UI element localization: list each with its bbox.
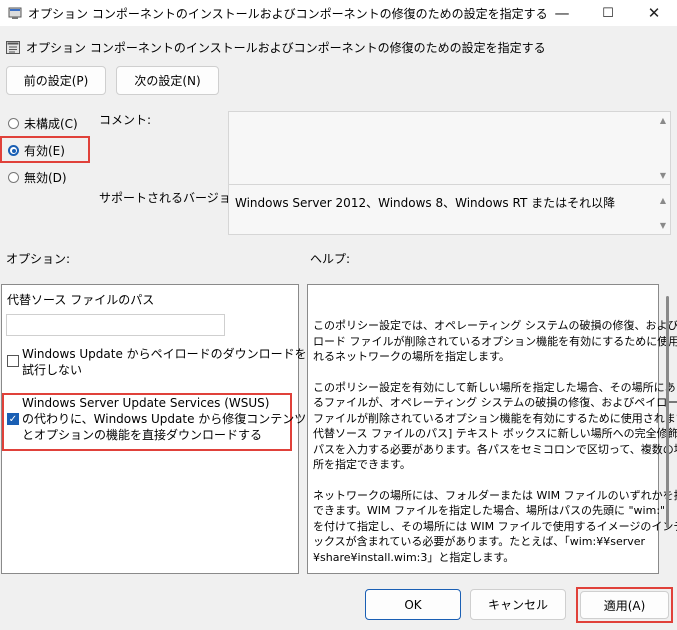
radio-enabled[interactable]: 有効(E) [8, 142, 65, 159]
alt-source-path-input[interactable] [6, 314, 225, 336]
minimize-button[interactable]: — [539, 0, 585, 26]
help-paragraph: このポリシー設定を有効にして新しい場所を指定した場合、その場所にあ るファイルが… [313, 380, 677, 473]
setting-title: オプション コンポーネントのインストールおよびコンポーネントの修復のための設定を… [26, 41, 546, 55]
minimize-icon: — [554, 4, 570, 22]
radio-disabled-indicator [8, 172, 19, 183]
no-payload-download-label-line: Windows Update からペイロードのダウンロードを [22, 347, 307, 361]
close-button[interactable]: ✕ [631, 0, 677, 26]
scroll-up-icon[interactable]: ▲ [660, 116, 666, 125]
radio-disabled[interactable]: 無効(D) [8, 169, 67, 186]
help-line: ックスが含まれている必要があります。たとえば、「wim:¥¥server [313, 535, 646, 548]
scroll-down-icon[interactable]: ▼ [660, 221, 666, 230]
close-icon: ✕ [647, 4, 661, 22]
scroll-up-icon[interactable]: ▲ [660, 196, 666, 205]
help-scrollbar[interactable] [666, 296, 669, 528]
alt-source-label: 代替ソース ファイルのパス [7, 293, 155, 307]
help-line: できます。WIM ファイルを指定した場合、場所はパスの先頭に "wim:" [313, 504, 666, 517]
checkmark-icon: ✓ [8, 413, 18, 425]
help-line: るファイルが、オペレーティング システムの破損の修復、およびペイロード [313, 396, 677, 409]
help-line: このポリシー設定を有効にして新しい場所を指定した場合、その場所にあ [313, 380, 676, 394]
radio-enabled-label: 有効(E) [24, 144, 65, 158]
help-line: パスを入力する必要があります。各パスをセミコロンで区切って、複数の場 [313, 442, 677, 456]
ok-button[interactable]: OK [365, 589, 461, 620]
help-line: 代替ソース ファイルのパス] テキスト ボックスに新しい場所への完全修飾 [313, 427, 677, 440]
direct-download-label: Windows Server Update Services (WSUS) の代… [22, 395, 306, 443]
comment-label: コメント: [99, 113, 152, 127]
help-paragraph: このポリシー設定では、オペレーティング システムの破損の修復、およびペイ ロード… [313, 318, 677, 365]
supported-versions-box: Windows Server 2012、Windows 8、Windows RT… [228, 184, 671, 235]
supported-value: Windows Server 2012、Windows 8、Windows RT… [235, 196, 616, 210]
help-line: ネットワークの場所には、フォルダーまたは WIM ファイルのいずれかを指定 [313, 488, 677, 502]
comment-textbox[interactable]: ▲ ▼ [228, 111, 671, 185]
supported-label: サポートされるバージョン: [99, 191, 247, 205]
direct-download-checkbox[interactable]: ✓ [7, 413, 19, 425]
cancel-button[interactable]: キャンセル [470, 589, 566, 620]
no-payload-download-checkbox-box [7, 355, 19, 367]
help-line: ¥share¥install.wim:3」と指定します。 [313, 550, 515, 564]
help-line: を付けて指定し、その場所には WIM ファイルで使用するイメージのインデ [313, 519, 677, 533]
help-line: 所を指定できます。 [313, 458, 411, 471]
maximize-icon: ☐ [602, 5, 614, 21]
direct-download-checkbox-box: ✓ [7, 413, 19, 425]
scroll-down-icon[interactable]: ▼ [660, 171, 666, 180]
radio-not-configured-label: 未構成(C) [24, 117, 78, 131]
direct-download-label-line: Windows Server Update Services (WSUS) [22, 396, 270, 410]
policy-app-icon [8, 7, 22, 19]
apply-button[interactable]: 適用(A) [580, 591, 669, 619]
help-paragraph: ネットワークの場所には、フォルダーまたは WIM ファイルのいずれかを指定 でき… [313, 488, 677, 566]
help-section-label: ヘルプ: [310, 252, 351, 266]
previous-setting-button[interactable]: 前の設定(P) [6, 66, 106, 95]
help-line: ロード ファイルが削除されているオプション機能を有効にするために使用さ [313, 334, 677, 348]
help-line: このポリシー設定では、オペレーティング システムの破損の修復、およびペイ [313, 319, 677, 332]
no-payload-download-checkbox[interactable] [7, 355, 19, 367]
help-line: ファイルが削除されているオプション機能を有効にするために使用されます。[ [313, 411, 677, 425]
radio-enabled-indicator [8, 145, 19, 156]
radio-not-configured[interactable]: 未構成(C) [8, 115, 78, 132]
help-text: このポリシー設定では、オペレーティング システムの破損の修復、およびペイ ロード… [313, 318, 677, 580]
next-setting-button[interactable]: 次の設定(N) [116, 66, 219, 95]
direct-download-label-line: の代わりに、Windows Update から修復コンテンツ [22, 412, 307, 426]
maximize-button[interactable]: ☐ [585, 0, 631, 26]
help-line: れるネットワークの場所を指定します。 [313, 350, 510, 363]
radio-not-configured-indicator [8, 118, 19, 129]
radio-disabled-label: 無効(D) [24, 171, 67, 185]
direct-download-label-line: とオプションの機能を直接ダウンロードする [22, 428, 263, 442]
no-payload-download-label-line: 試行しない [22, 363, 83, 377]
window-title: オプション コンポーネントのインストールおよびコンポーネントの修復のための設定を… [28, 7, 548, 21]
setting-icon [6, 41, 20, 54]
no-payload-download-label: Windows Update からペイロードのダウンロードを 試行しない [22, 346, 307, 378]
options-section-label: オプション: [6, 252, 71, 266]
